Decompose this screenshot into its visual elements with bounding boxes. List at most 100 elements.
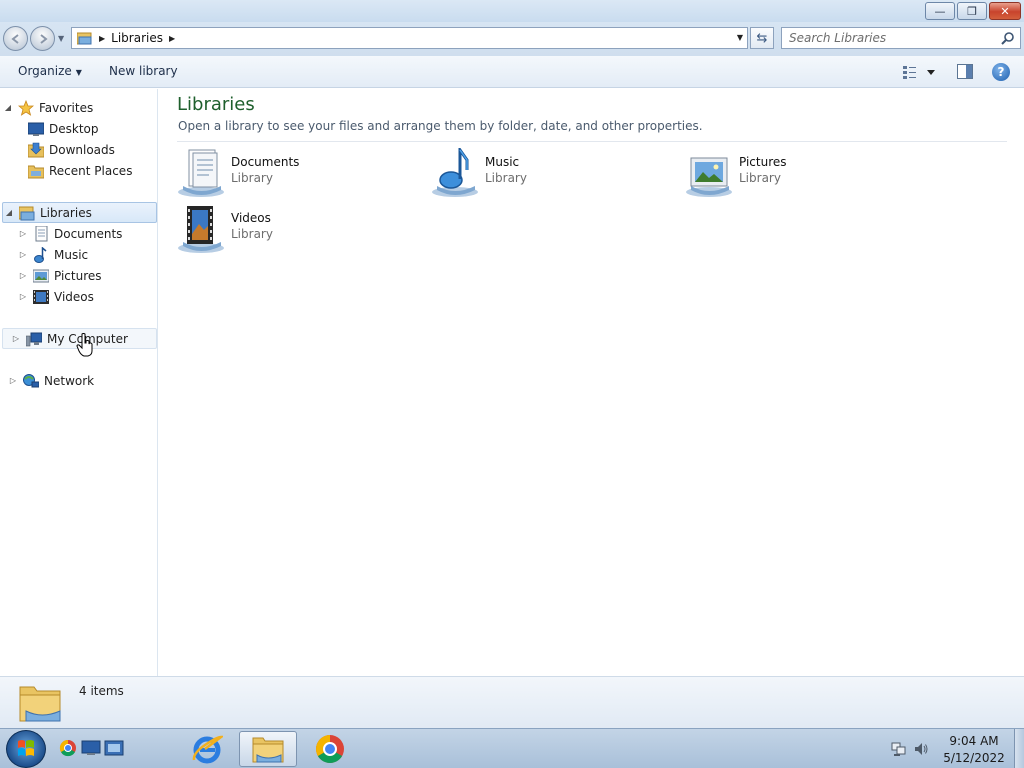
nav-network-label: Network bbox=[44, 373, 95, 388]
internet-explorer-icon bbox=[192, 735, 223, 764]
forward-arrow-icon bbox=[39, 33, 48, 44]
downloads-folder-icon bbox=[28, 142, 44, 157]
start-button[interactable] bbox=[6, 730, 46, 768]
windows-logo-icon bbox=[18, 740, 34, 756]
content-pane: Libraries Open a library to see your fil… bbox=[160, 89, 1024, 676]
library-tile-pictures[interactable]: Pictures Library bbox=[685, 148, 915, 200]
command-bar: Organize ▼ New library ? bbox=[0, 56, 1024, 88]
expand-arrow-icon[interactable]: ▷ bbox=[18, 250, 28, 259]
nav-favorites[interactable]: ◢ Favorites bbox=[0, 97, 158, 118]
restore-button[interactable]: ❐ bbox=[957, 2, 987, 20]
volume-tray-icon[interactable] bbox=[913, 741, 929, 757]
library-type: Library bbox=[485, 171, 527, 185]
star-icon bbox=[18, 99, 34, 116]
back-arrow-icon bbox=[10, 33, 19, 44]
refresh-icon: ⇆ bbox=[756, 30, 768, 46]
search-icon[interactable] bbox=[1001, 31, 1015, 45]
search-box[interactable] bbox=[781, 27, 1021, 49]
network-icon bbox=[23, 373, 39, 387]
hand-cursor-icon bbox=[76, 333, 93, 357]
show-desktop-button[interactable] bbox=[1014, 729, 1024, 768]
nav-recent-places-label: Recent Places bbox=[49, 163, 133, 178]
library-name: Documents bbox=[231, 155, 300, 169]
address-history-dropdown-icon[interactable]: ▼ bbox=[737, 33, 743, 42]
nav-pictures-label: Pictures bbox=[54, 268, 102, 283]
organize-label: Organize bbox=[18, 64, 72, 78]
nav-recent-places[interactable]: Recent Places bbox=[0, 160, 158, 181]
organize-button[interactable]: Organize ▼ bbox=[18, 64, 82, 78]
library-tile-videos[interactable]: Videos Library bbox=[177, 204, 407, 256]
taskbar-chrome[interactable] bbox=[301, 731, 359, 767]
nav-libraries[interactable]: ◢ Libraries bbox=[2, 202, 157, 223]
preview-pane-icon[interactable] bbox=[957, 64, 973, 79]
forward-button[interactable] bbox=[30, 26, 55, 51]
collapse-arrow-icon[interactable]: ◢ bbox=[3, 103, 13, 112]
library-name: Music bbox=[485, 155, 520, 169]
music-library-icon bbox=[432, 148, 478, 197]
expand-arrow-icon[interactable]: ▷ bbox=[18, 292, 28, 301]
search-input[interactable] bbox=[782, 28, 982, 48]
minimize-button[interactable]: — bbox=[925, 2, 955, 20]
libraries-icon bbox=[19, 206, 35, 220]
library-type: Library bbox=[739, 171, 781, 185]
change-view-icon[interactable] bbox=[902, 64, 938, 80]
nav-videos-label: Videos bbox=[54, 289, 94, 304]
nav-downloads-label: Downloads bbox=[49, 142, 115, 157]
taskbar: 9:04 AM 5/12/2022 bbox=[0, 728, 1024, 768]
recent-pages-dropdown-icon[interactable]: ▼ bbox=[58, 34, 64, 43]
page-subtitle: Open a library to see your files and arr… bbox=[178, 119, 703, 133]
nav-favorites-label: Favorites bbox=[39, 100, 94, 115]
music-icon bbox=[34, 246, 47, 263]
show-desktop-quicklaunch-icon[interactable] bbox=[81, 738, 101, 758]
nav-documents-label: Documents bbox=[54, 226, 123, 241]
nav-videos[interactable]: ▷ Videos bbox=[0, 286, 158, 307]
breadcrumb-separator-icon[interactable]: ▶ bbox=[99, 34, 105, 43]
nav-desktop-label: Desktop bbox=[49, 121, 99, 136]
expand-arrow-icon[interactable]: ▷ bbox=[18, 271, 28, 280]
pictures-icon bbox=[33, 269, 49, 282]
clock-date[interactable]: 5/12/2022 bbox=[940, 751, 1008, 765]
help-icon[interactable]: ? bbox=[992, 63, 1010, 81]
nav-downloads[interactable]: Downloads bbox=[0, 139, 158, 160]
desktop-icon bbox=[28, 122, 44, 136]
nav-music-label: Music bbox=[54, 247, 89, 262]
taskbar-windows-explorer[interactable] bbox=[239, 731, 297, 767]
nav-libraries-label: Libraries bbox=[40, 205, 92, 220]
nav-music[interactable]: ▷ Music bbox=[0, 244, 158, 265]
back-button[interactable] bbox=[3, 26, 28, 51]
taskbar-internet-explorer[interactable] bbox=[178, 731, 236, 767]
computer-icon bbox=[26, 332, 42, 346]
breadcrumb-separator-icon[interactable]: ▶ bbox=[169, 34, 175, 43]
expand-arrow-icon[interactable]: ▷ bbox=[18, 229, 28, 238]
item-count: 4 items bbox=[79, 684, 124, 698]
library-tile-music[interactable]: Music Library bbox=[431, 148, 661, 200]
clock-time[interactable]: 9:04 AM bbox=[940, 734, 1008, 748]
chevron-down-icon: ▼ bbox=[75, 68, 82, 77]
address-bar[interactable]: ▶ Libraries ▶ ▼ bbox=[71, 27, 748, 49]
expand-arrow-icon[interactable]: ▷ bbox=[8, 376, 18, 385]
documents-library-icon bbox=[178, 149, 224, 197]
nav-documents[interactable]: ▷ Documents bbox=[0, 223, 158, 244]
nav-desktop[interactable]: Desktop bbox=[0, 118, 158, 139]
collapse-arrow-icon[interactable]: ◢ bbox=[4, 208, 14, 217]
divider bbox=[177, 141, 1007, 142]
nav-network[interactable]: ▷ Network bbox=[0, 370, 158, 391]
title-bar: — ❐ ✕ bbox=[0, 0, 1024, 22]
refresh-button[interactable]: ⇆ bbox=[750, 27, 774, 49]
page-title: Libraries bbox=[177, 94, 255, 115]
chrome-quicklaunch-icon[interactable] bbox=[58, 738, 78, 758]
pictures-library-icon bbox=[686, 157, 732, 197]
nav-pictures[interactable]: ▷ Pictures bbox=[0, 265, 158, 286]
library-type: Library bbox=[231, 171, 273, 185]
library-name: Pictures bbox=[739, 155, 787, 169]
library-tile-documents[interactable]: Documents Library bbox=[177, 148, 407, 200]
new-library-button[interactable]: New library bbox=[109, 64, 178, 78]
documents-icon bbox=[35, 225, 48, 241]
expand-arrow-icon[interactable]: ▷ bbox=[11, 334, 21, 343]
close-button[interactable]: ✕ bbox=[989, 2, 1021, 20]
network-tray-icon[interactable] bbox=[891, 741, 907, 757]
breadcrumb-libraries[interactable]: Libraries bbox=[111, 31, 163, 45]
videos-icon bbox=[33, 289, 49, 304]
recent-places-icon bbox=[28, 165, 44, 178]
switch-windows-quicklaunch-icon[interactable] bbox=[104, 738, 124, 758]
